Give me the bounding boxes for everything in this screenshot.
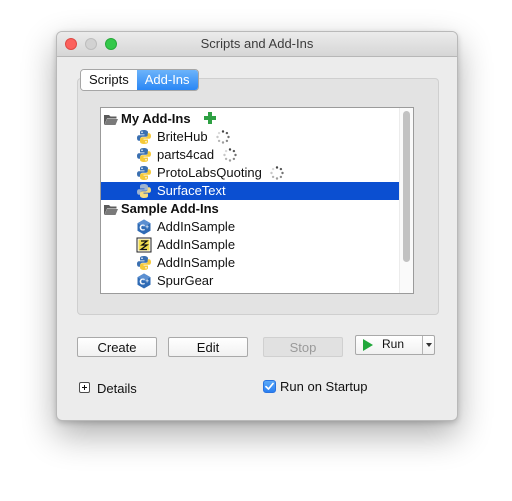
loading-spinner-icon (216, 130, 230, 144)
tree-item-surfacetext[interactable]: SurfaceText (101, 182, 399, 200)
title-bar: Scripts and Add-Ins (57, 32, 457, 57)
tree-item-label: SpurGear (157, 273, 214, 288)
python-icon (137, 184, 151, 198)
details-expand-icon[interactable] (79, 382, 90, 393)
tab-bar: Scripts Add-Ins (80, 69, 199, 91)
python-icon (137, 130, 151, 144)
run-split-button[interactable]: Run (355, 335, 435, 355)
tree-group-sample-addins[interactable]: Sample Add-Ins (101, 200, 399, 218)
details-label[interactable]: Details (97, 381, 137, 396)
folder-open-icon (104, 115, 118, 125)
run-on-startup-label[interactable]: Run on Startup (280, 379, 367, 394)
tree-item-britehub[interactable]: BriteHub (101, 128, 399, 146)
tree-item-label: BriteHub (157, 129, 208, 144)
tree-item-label: ProtoLabsQuoting (157, 165, 262, 180)
svg-text:+: + (145, 279, 149, 285)
edit-button[interactable]: Edit (168, 337, 248, 357)
run-on-startup-checkbox[interactable] (263, 380, 276, 393)
tree-item-label: SurfaceText (157, 183, 226, 198)
tree-item-addinsample-python[interactable]: AddInSample (101, 254, 399, 272)
tree-item-label: AddInSample (157, 255, 236, 270)
play-icon (363, 339, 373, 351)
chevron-down-icon[interactable] (426, 343, 432, 347)
addins-tree[interactable]: My Add-Ins BriteHub parts4cad ProtoLabsQ… (100, 107, 414, 294)
tree-group-label: Sample Add-Ins (121, 201, 219, 216)
tree-item-protolabsquoting[interactable]: ProtoLabsQuoting (101, 164, 399, 182)
tree-item-parts4cad[interactable]: parts4cad (101, 146, 399, 164)
folder-open-icon (104, 205, 118, 215)
window-title: Scripts and Add-Ins (200, 36, 314, 51)
python-icon (137, 166, 151, 180)
tree-group-my-addins[interactable]: My Add-Ins (101, 110, 399, 128)
tree-item-label: AddInSample (157, 219, 236, 234)
cpp-icon: C + (137, 219, 151, 235)
split-divider (422, 336, 423, 354)
javascript-icon (136, 237, 152, 253)
tree-group-label: My Add-Ins (121, 111, 191, 126)
loading-spinner-icon (270, 166, 284, 180)
tab-addins[interactable]: Add-Ins (136, 70, 198, 90)
scrollbar-thumb[interactable] (403, 111, 410, 262)
tree-scrollbar[interactable] (399, 108, 413, 293)
add-plus-icon[interactable] (204, 112, 216, 124)
tree-item-spurgear[interactable]: C + SpurGear (101, 272, 399, 290)
svg-text:+: + (145, 225, 149, 231)
loading-spinner-icon (223, 148, 237, 162)
scripts-and-addins-window: Scripts and Add-Ins Scripts Add-Ins My A… (56, 31, 458, 421)
run-button-label: Run (382, 337, 405, 351)
tree-item-addinsample-js[interactable]: AddInSample (101, 236, 399, 254)
tree-item-label: parts4cad (157, 147, 215, 162)
create-button[interactable]: Create (77, 337, 157, 357)
python-icon (137, 148, 151, 162)
checkmark-icon (265, 382, 274, 390)
python-icon (137, 256, 151, 270)
tree-item-label: AddInSample (157, 237, 236, 252)
cpp-icon: C + (137, 273, 151, 289)
tab-scripts[interactable]: Scripts (81, 70, 137, 90)
stop-button[interactable]: Stop (263, 337, 343, 357)
tree-item-addinsample-cpp[interactable]: C + AddInSample (101, 218, 399, 236)
